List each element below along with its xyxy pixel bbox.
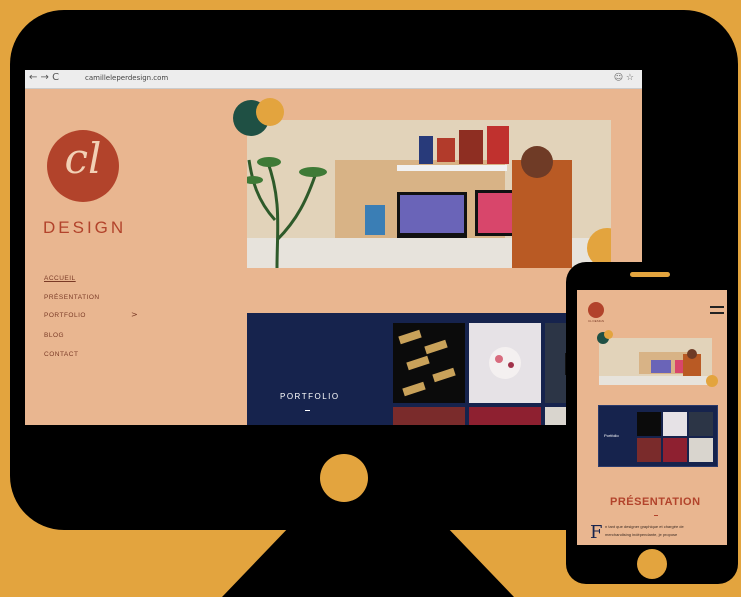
phone-speaker (630, 272, 670, 277)
phone-presentation-title: PRÉSENTATION (610, 496, 701, 508)
phone-logo-icon[interactable] (588, 302, 604, 318)
browser-nav-icons[interactable]: ← → C (29, 72, 59, 83)
chevron-right-icon[interactable]: > (131, 310, 138, 319)
browser-actions-icon[interactable]: ☺ ☆ (614, 73, 634, 83)
menu-item-portfolio[interactable]: PORTFOLIO (44, 312, 86, 319)
phone-body-line-2: merchandising indépendante, je propose (605, 532, 678, 537)
monitor-stand (222, 530, 514, 597)
hamburger-icon[interactable] (710, 306, 724, 308)
menu-item-contact[interactable]: CONTACT (44, 351, 78, 358)
phone-home-button (637, 549, 667, 579)
phone-drop-cap: F (590, 522, 603, 543)
logo-wordmark[interactable]: DESIGN (43, 218, 126, 238)
power-button (320, 454, 368, 502)
logo-initials[interactable]: cl (47, 134, 119, 183)
phone-portfolio-label[interactable]: Portfolio (604, 433, 619, 438)
portfolio-label[interactable]: PORTFOLIO (280, 392, 340, 401)
phone-title-dash (654, 515, 658, 516)
phone-body-line-1: n tant que designer graphique et chargée… (605, 524, 684, 529)
phone-hero-photo (599, 338, 712, 385)
hero-photo (247, 120, 611, 268)
menu-item-presentation[interactable]: PRÉSENTATION (44, 294, 100, 301)
portfolio-dash (305, 410, 310, 411)
phone-decor-circle-orange (604, 330, 613, 339)
menu-item-accueil[interactable]: ACCUEIL (44, 275, 76, 282)
menu-item-blog[interactable]: BLOG (44, 332, 64, 339)
address-bar[interactable]: camilleleperdesign.com (85, 74, 168, 82)
hamburger-icon-line[interactable] (710, 312, 724, 314)
phone-logo-text[interactable]: CL DESIGN (588, 319, 604, 323)
phone-decor-circle-orange-2 (706, 375, 718, 387)
browser-toolbar: ← → C camilleleperdesign.com ☺ ☆ (25, 70, 642, 89)
decor-circle-orange (256, 98, 284, 126)
desktop-screen: ← → C camilleleperdesign.com ☺ ☆ cl DESI… (25, 70, 642, 425)
